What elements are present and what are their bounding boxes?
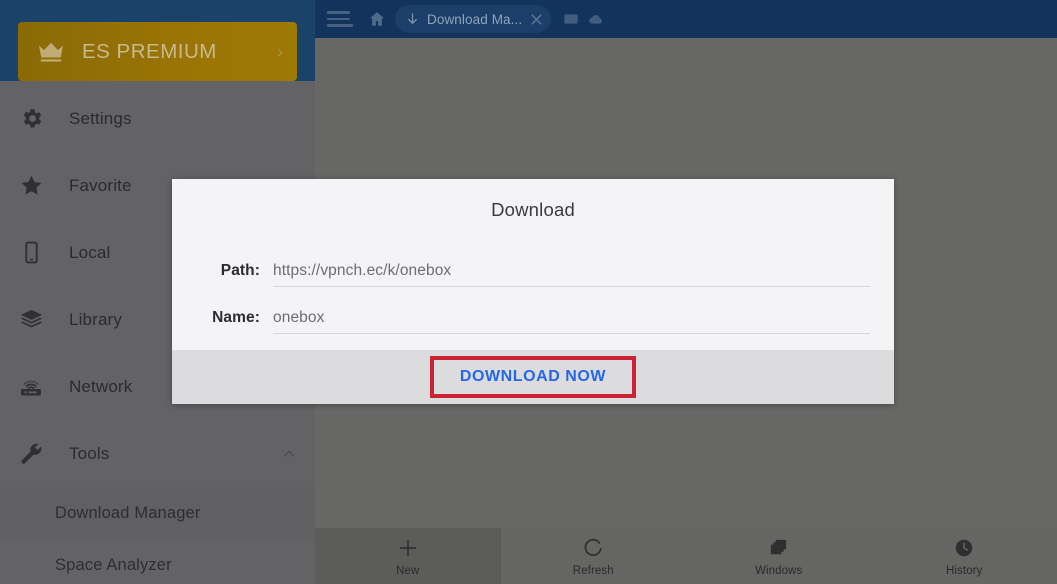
path-label: Path: <box>220 262 260 279</box>
dialog-footer: DOWNLOAD NOW <box>172 350 894 404</box>
router-icon <box>14 374 48 400</box>
bottom-nav-new[interactable]: New <box>315 528 501 584</box>
crown-icon <box>36 40 66 64</box>
phone-icon <box>14 240 48 265</box>
topbar-right-icons <box>563 11 604 27</box>
download-now-button[interactable]: DOWNLOAD NOW <box>460 368 606 385</box>
sidebar-item-tools[interactable]: Tools <box>0 420 315 487</box>
highlight-box: DOWNLOAD NOW <box>429 356 637 398</box>
plus-icon <box>397 536 419 560</box>
clock-icon <box>953 536 975 560</box>
dialog-field-path: Path: https://vpnch.ec/k/onebox <box>172 243 894 287</box>
dialog-body: Path: https://vpnch.ec/k/onebox Name: on… <box>172 229 894 350</box>
hamburger-icon[interactable] <box>327 9 353 29</box>
bottom-nav-windows[interactable]: Windows <box>686 528 872 584</box>
layers-icon <box>14 307 48 332</box>
tab-download-manager[interactable]: Download Ma... <box>395 5 552 33</box>
download-arrow-icon <box>405 12 420 27</box>
bottom-nav-label: History <box>946 564 983 577</box>
wrench-icon <box>14 441 48 466</box>
bottom-nav-history[interactable]: History <box>872 528 1057 584</box>
bottom-nav-label: New <box>396 564 420 577</box>
bottom-nav-refresh[interactable]: Refresh <box>501 528 687 584</box>
path-input[interactable]: https://vpnch.ec/k/onebox <box>273 262 870 287</box>
window-icon[interactable] <box>563 11 579 27</box>
sidebar-item-label: Tools <box>69 443 110 463</box>
sidebar-subitem-download-manager[interactable]: Download Manager <box>0 487 315 539</box>
dialog-title: Download <box>491 199 575 220</box>
es-premium-label: ES PREMIUM <box>82 39 217 63</box>
home-icon[interactable] <box>367 9 387 29</box>
download-dialog: Download Path: https://vpnch.ec/k/onebox… <box>172 179 894 404</box>
gear-icon <box>14 106 48 131</box>
bottom-nav-label: Refresh <box>572 564 614 577</box>
chevron-up-icon[interactable] <box>281 446 297 462</box>
name-label: Name: <box>212 309 260 326</box>
dialog-field-name: Name: onebox <box>172 290 894 334</box>
es-file-explorer-app: Download Ma... ES PREMIUM › Settings Fav… <box>0 0 1057 584</box>
tab-label: Download Ma... <box>427 11 523 27</box>
sidebar-header-spacer <box>0 0 315 22</box>
name-input[interactable]: onebox <box>273 309 870 334</box>
cloud-icon[interactable] <box>588 11 604 27</box>
sidebar-item-label: Settings <box>69 108 132 128</box>
sidebar-subitem-space-analyzer[interactable]: Space Analyzer <box>0 539 315 584</box>
windows-icon <box>767 536 790 560</box>
bottom-nav-bar: New Refresh Windows History <box>315 528 1057 584</box>
bottom-nav-label: Windows <box>755 564 803 577</box>
chevron-right-icon: › <box>277 42 283 61</box>
sidebar-item-settings[interactable]: Settings <box>0 85 315 152</box>
star-icon <box>14 173 48 198</box>
close-icon[interactable] <box>528 11 545 28</box>
refresh-icon <box>582 536 604 560</box>
es-premium-banner[interactable]: ES PREMIUM › <box>0 22 315 81</box>
